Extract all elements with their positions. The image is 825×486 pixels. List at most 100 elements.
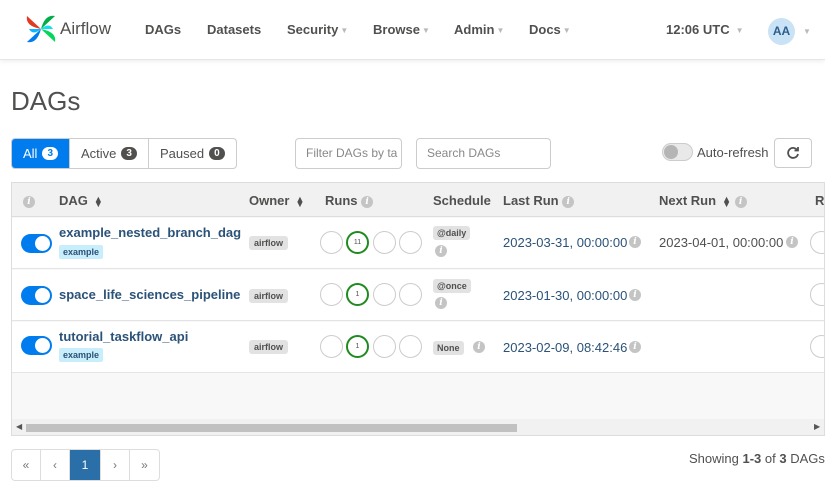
run-success-circle[interactable]: 11 — [346, 231, 369, 254]
info-icon[interactable]: i — [734, 195, 747, 208]
column-runs: Runs i — [325, 193, 374, 208]
page-current-button[interactable]: 1 — [70, 450, 101, 480]
summary-suffix: DAGs — [786, 451, 825, 466]
last-run-link[interactable]: 2023-01-30, 00:00:00 — [503, 288, 627, 303]
dag-link[interactable]: space_life_sciences_pipeline — [59, 287, 240, 302]
info-icon[interactable]: i — [435, 297, 447, 309]
chevron-down-icon: ▼ — [562, 26, 571, 36]
refresh-button[interactable] — [774, 138, 812, 168]
chevron-down-icon: ▼ — [496, 26, 505, 36]
nav-browse[interactable]: Browse ▼ — [373, 22, 430, 37]
info-icon[interactable]: i — [629, 289, 641, 301]
owner-badge[interactable]: airflow — [249, 340, 289, 354]
dag-tag[interactable]: example — [59, 348, 104, 362]
auto-refresh-toggle[interactable] — [662, 143, 693, 161]
info-icon[interactable]: i — [562, 195, 575, 208]
chevron-down-icon: ▼ — [421, 26, 430, 36]
task-state-circle[interactable] — [810, 283, 824, 306]
last-run-link[interactable]: 2023-03-31, 00:00:00 — [503, 235, 627, 250]
page-first-button[interactable]: « — [12, 450, 41, 480]
nav-admin-label: Admin — [454, 22, 495, 37]
run-state-circle[interactable] — [373, 231, 396, 254]
run-state-circle[interactable] — [373, 283, 396, 306]
column-recent-tasks: R — [815, 193, 825, 208]
owner-badge[interactable]: airflow — [249, 289, 289, 303]
nav-datasets[interactable]: Datasets — [207, 22, 261, 37]
nav-docs[interactable]: Docs ▼ — [529, 22, 571, 37]
filter-all-button[interactable]: All 3 — [12, 139, 71, 168]
sort-icon: ▲ ▼ — [295, 193, 305, 209]
dag-tag[interactable]: example — [59, 245, 104, 259]
column-owner-label: Owner — [249, 193, 290, 208]
run-success-circle[interactable]: 1 — [346, 335, 369, 358]
page-last-button[interactable]: » — [130, 450, 159, 480]
info-icon[interactable]: i — [629, 341, 641, 353]
info-icon[interactable]: i — [361, 195, 374, 208]
column-owner[interactable]: Owner ▲ ▼ — [249, 193, 304, 208]
user-avatar[interactable]: AA — [768, 18, 795, 45]
nav-dags[interactable]: DAGs — [145, 22, 181, 37]
column-dag[interactable]: DAG ▲ ▼ — [59, 193, 103, 208]
chevron-down-icon: ▼ — [340, 26, 349, 36]
horizontal-scrollbar[interactable]: ◀ ▶ — [12, 419, 824, 435]
page-next-button[interactable]: › — [101, 450, 130, 480]
chevron-down-icon[interactable]: ▼ — [803, 27, 811, 36]
run-state-circle[interactable] — [399, 335, 422, 358]
table-header: i DAG ▲ ▼ Owner ▲ ▼ Runs i Schedule Last Run… — [12, 183, 825, 217]
schedule-badge: @daily — [433, 226, 471, 240]
airflow-pinwheel-icon — [26, 15, 56, 43]
filter-active-button[interactable]: Active 3 — [70, 139, 149, 168]
nav-security[interactable]: Security ▼ — [287, 22, 348, 37]
dag-search-input[interactable]: Search DAGs — [416, 138, 551, 169]
page-prev-button[interactable]: ‹ — [41, 450, 70, 480]
info-icon[interactable]: i — [23, 193, 35, 208]
run-state-circle[interactable] — [399, 283, 422, 306]
column-next-run-label: Next Run — [659, 193, 717, 208]
summary-total: 3 — [779, 451, 787, 466]
dags-table: i DAG ▲ ▼ Owner ▲ ▼ Runs i Schedule Last Run… — [11, 182, 825, 436]
page-title: DAGs — [11, 86, 81, 116]
task-state-circle[interactable] — [810, 231, 824, 254]
status-filter: All 3 Active 3 Paused 0 — [11, 138, 237, 169]
filter-all-count: 3 — [42, 147, 59, 160]
info-icon[interactable]: i — [473, 341, 485, 353]
run-state-circle[interactable] — [399, 231, 422, 254]
column-last-run-label: Last Run — [503, 193, 559, 208]
owner-badge[interactable]: airflow — [249, 236, 289, 250]
info-icon[interactable]: i — [435, 245, 447, 257]
filter-paused-button[interactable]: Paused 0 — [149, 139, 236, 168]
timezone-dropdown[interactable]: 12:06 UTC ▼ — [666, 22, 744, 37]
tag-filter-input[interactable]: Filter DAGs by ta — [295, 138, 402, 169]
last-run-link[interactable]: 2023-02-09, 08:42:46 — [503, 340, 627, 355]
info-icon[interactable]: i — [629, 236, 641, 248]
column-last-run: Last Run i — [503, 193, 575, 208]
table-row: space_life_sciences_pipeline airflow 1 @… — [12, 270, 824, 321]
task-state-circle[interactable] — [810, 335, 824, 358]
brand-link[interactable]: Airflow — [24, 12, 111, 46]
nav-admin[interactable]: Admin ▼ — [454, 22, 504, 37]
results-summary: Showing 1-3 of 3 DAGs — [689, 451, 825, 466]
schedule-badge: None — [433, 341, 464, 355]
dag-link[interactable]: tutorial_taskflow_api — [59, 329, 188, 344]
dag-pause-toggle[interactable] — [21, 286, 52, 305]
table-row: example_nested_branch_dag example airflo… — [12, 218, 824, 269]
scroll-left-arrow-icon[interactable]: ◀ — [16, 422, 22, 431]
column-runs-label: Runs — [325, 193, 358, 208]
info-icon[interactable]: i — [786, 236, 798, 248]
dag-link[interactable]: example_nested_branch_dag — [59, 225, 241, 240]
scroll-right-arrow-icon[interactable]: ▶ — [814, 422, 820, 431]
scrollbar-thumb[interactable] — [26, 424, 517, 432]
run-state-circle[interactable] — [320, 335, 343, 358]
dag-pause-toggle[interactable] — [21, 234, 52, 253]
run-success-circle[interactable]: 1 — [346, 283, 369, 306]
run-state-circle[interactable] — [320, 231, 343, 254]
run-state-circle[interactable] — [320, 283, 343, 306]
filter-paused-count: 0 — [209, 147, 225, 160]
summary-middle: of — [761, 451, 780, 466]
run-state-circle[interactable] — [373, 335, 396, 358]
pagination: « ‹ 1 › » — [11, 449, 160, 481]
dag-pause-toggle[interactable] — [21, 336, 52, 355]
column-next-run[interactable]: Next Run ▲ ▼ i — [659, 193, 747, 208]
refresh-icon — [787, 147, 799, 159]
chevron-down-icon: ▼ — [735, 26, 744, 36]
